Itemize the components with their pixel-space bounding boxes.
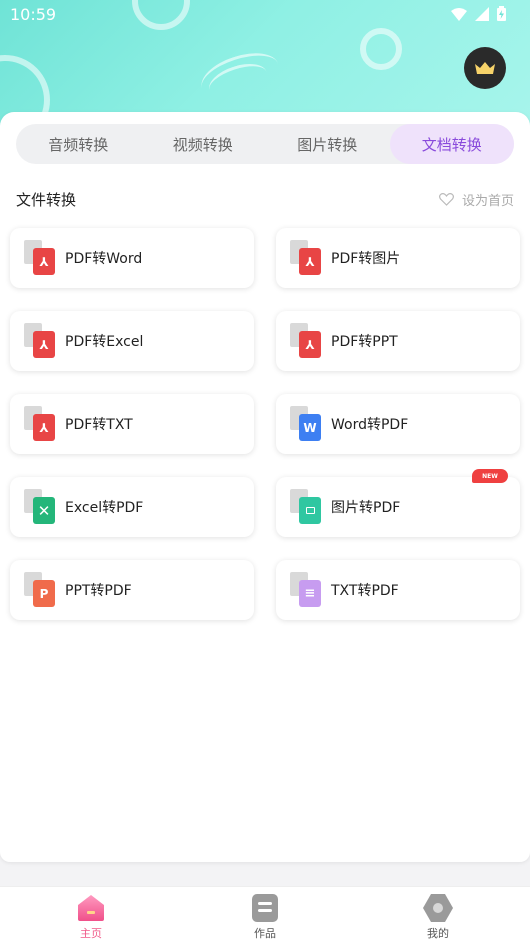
set-homepage-button[interactable]: 设为首页 xyxy=(439,190,514,209)
tool-label: PDF转Word xyxy=(65,251,143,267)
nav-works[interactable]: 作品 xyxy=(225,893,305,941)
excel-icon: ✕ xyxy=(24,489,56,525)
pdf-icon: ⅄ xyxy=(290,323,322,359)
nav-home[interactable]: 主页 xyxy=(51,893,131,941)
vip-crown-button[interactable] xyxy=(464,47,506,89)
tool-pdf-to-excel[interactable]: ⅄ PDF转Excel xyxy=(10,311,254,371)
profile-icon xyxy=(423,894,453,922)
tool-label: PDF转PPT xyxy=(331,334,398,350)
nav-profile[interactable]: 我的 xyxy=(398,893,478,941)
tool-label: Excel转PDF xyxy=(65,500,144,516)
decor-ring xyxy=(360,28,402,70)
image-icon xyxy=(290,489,322,525)
heart-icon xyxy=(439,193,454,206)
ppt-icon: P xyxy=(24,572,56,608)
tab-image[interactable]: 图片转换 xyxy=(265,124,390,164)
battery-icon xyxy=(497,6,506,21)
nav-home-label: 主页 xyxy=(80,927,102,940)
status-bar: 10:59 xyxy=(0,0,530,30)
word-icon: W xyxy=(290,406,322,442)
tool-label: PDF转图片 xyxy=(331,251,401,267)
set-homepage-label: 设为首页 xyxy=(461,194,514,209)
pdf-icon: ⅄ xyxy=(24,323,56,359)
pdf-icon: ⅄ xyxy=(24,406,56,442)
signal-icon xyxy=(475,6,489,21)
tool-label: PDF转TXT xyxy=(65,417,133,433)
tool-image-to-pdf[interactable]: 图片转PDF NEW xyxy=(276,469,520,537)
tab-video[interactable]: 视频转换 xyxy=(141,124,266,164)
bottom-nav: 主页 作品 我的 xyxy=(0,886,530,943)
tool-label: PPT转PDF xyxy=(65,583,132,599)
tool-pdf-to-image[interactable]: ⅄ PDF转图片 xyxy=(276,228,520,288)
crown-icon xyxy=(475,62,495,74)
tab-audio[interactable]: 音频转换 xyxy=(16,124,141,164)
tool-pdf-to-ppt[interactable]: ⅄ PDF转PPT xyxy=(276,311,520,371)
section-title: 文件转换 xyxy=(16,191,77,209)
nav-works-label: 作品 xyxy=(254,927,276,940)
pdf-icon: ⅄ xyxy=(290,240,322,276)
txt-icon: ≡ xyxy=(290,572,322,608)
tool-label: Word转PDF xyxy=(331,417,409,433)
tool-word-to-pdf[interactable]: W Word转PDF xyxy=(276,394,520,454)
works-icon xyxy=(252,894,278,922)
tool-label: TXT转PDF xyxy=(331,583,399,599)
home-icon xyxy=(78,895,104,921)
tool-txt-to-pdf[interactable]: ≡ TXT转PDF xyxy=(276,560,520,620)
wifi-icon xyxy=(451,7,467,21)
new-badge: NEW xyxy=(472,469,508,483)
nav-profile-label: 我的 xyxy=(427,927,449,940)
tool-pdf-to-word[interactable]: ⅄ PDF转Word xyxy=(10,228,254,288)
tool-label: 图片转PDF xyxy=(331,500,401,516)
status-time: 10:59 xyxy=(10,5,57,24)
pdf-icon: ⅄ xyxy=(24,240,56,276)
category-tabs: 音频转换 视频转换 图片转换 文档转换 xyxy=(16,124,514,164)
tool-ppt-to-pdf[interactable]: P PPT转PDF xyxy=(10,560,254,620)
tab-document[interactable]: 文档转换 xyxy=(389,124,514,164)
tool-pdf-to-txt[interactable]: ⅄ PDF转TXT xyxy=(10,394,254,454)
tool-label: PDF转Excel xyxy=(65,334,144,350)
tool-excel-to-pdf[interactable]: ✕ Excel转PDF xyxy=(10,477,254,537)
